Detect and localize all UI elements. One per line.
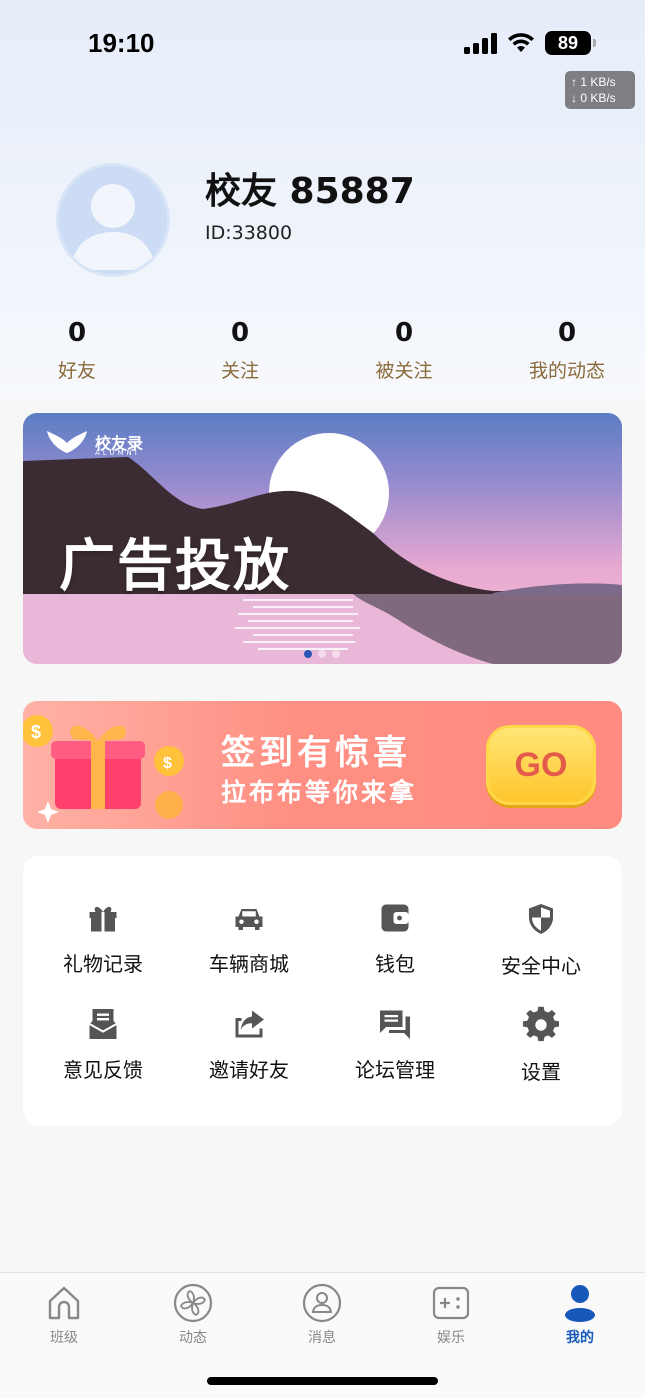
pinwheel-icon xyxy=(173,1283,213,1323)
ad-banner-carousel[interactable]: 校友录 ALUMNI 广告投放 xyxy=(23,413,622,664)
network-speed-badge: ↑ 1 KB/s ↓ 0 KB/s xyxy=(565,71,635,109)
net-down: ↓ 0 KB/s xyxy=(571,91,616,105)
stat-label: 被关注 xyxy=(375,360,433,382)
menu-feedback[interactable]: 意见反馈 xyxy=(38,1006,168,1096)
share-icon xyxy=(235,1010,264,1038)
carousel-dot xyxy=(318,650,326,658)
battery-indicator: 89 xyxy=(545,31,596,55)
stat-label: 我的动态 xyxy=(528,360,605,382)
menu-label: 钱包 xyxy=(375,952,415,976)
stat-friends[interactable]: 0 好友 xyxy=(7,318,147,383)
signin-reward-banner[interactable]: $ $ 签到有惊喜 拉布布等你来拿 GO xyxy=(23,701,622,829)
menu-security-center[interactable]: 安全中心 xyxy=(476,900,606,990)
status-indicators: 89 xyxy=(464,30,596,56)
menu-gift-records[interactable]: 礼物记录 xyxy=(38,900,168,990)
user-id: ID:33800 xyxy=(205,222,293,244)
person-icon xyxy=(565,1285,595,1322)
username: 校友 85887 xyxy=(205,171,415,212)
stat-value: 0 xyxy=(557,318,577,348)
stat-value: 0 xyxy=(67,318,87,348)
stat-following[interactable]: 0 关注 xyxy=(170,318,310,383)
game-icon xyxy=(432,1286,470,1320)
gift-icon xyxy=(89,906,117,932)
signin-subtitle: 拉布布等你来拿 xyxy=(221,778,418,807)
feedback-icon xyxy=(88,1009,118,1039)
alumni-logo: 校友录 ALUMNI xyxy=(45,429,143,457)
shield-icon xyxy=(529,904,553,934)
tab-label: 消息 xyxy=(308,1330,336,1346)
tab-label: 班级 xyxy=(50,1330,78,1346)
wallet-icon xyxy=(381,904,409,932)
tab-mine[interactable]: 我的 xyxy=(540,1283,620,1347)
stat-value: 0 xyxy=(230,318,250,348)
logo-subtitle: ALUMNI xyxy=(95,449,140,457)
menu-label: 礼物记录 xyxy=(63,952,143,976)
menu-label: 意见反馈 xyxy=(63,1058,143,1082)
banner-title: 广告投放 xyxy=(59,534,291,599)
stat-followers[interactable]: 0 被关注 xyxy=(334,318,474,383)
menu-forum-management[interactable]: 论坛管理 xyxy=(330,1006,460,1096)
carousel-dot-active xyxy=(304,650,312,658)
menu-label: 安全中心 xyxy=(501,954,581,978)
home-icon xyxy=(48,1286,80,1320)
feature-menu-card: 礼物记录 车辆商城 钱包 安全中心 意见反馈 邀请好友 论坛管理 设置 xyxy=(23,856,622,1126)
stat-label: 关注 xyxy=(220,360,259,382)
menu-label: 车辆商城 xyxy=(209,952,289,976)
menu-wallet[interactable]: 钱包 xyxy=(330,900,460,990)
tab-entertainment[interactable]: 娱乐 xyxy=(411,1283,491,1347)
status-time: 19:10 xyxy=(88,28,155,58)
carousel-indicator xyxy=(304,650,340,658)
home-indicator xyxy=(207,1377,438,1385)
menu-label: 论坛管理 xyxy=(355,1058,435,1082)
stat-label: 好友 xyxy=(57,360,96,382)
svg-text:$: $ xyxy=(31,722,41,742)
message-icon xyxy=(302,1283,342,1323)
tab-label: 我的 xyxy=(566,1330,594,1346)
wings-logo-icon xyxy=(47,431,87,453)
tab-messages[interactable]: 消息 xyxy=(282,1283,362,1347)
tab-label: 娱乐 xyxy=(437,1330,465,1346)
go-button[interactable]: GO xyxy=(486,725,596,805)
carousel-dot xyxy=(332,650,340,658)
menu-label: 邀请好友 xyxy=(209,1058,289,1082)
menu-invite-friends[interactable]: 邀请好友 xyxy=(184,1006,314,1096)
forum-icon xyxy=(380,1010,410,1039)
tab-feed[interactable]: 动态 xyxy=(153,1283,233,1347)
gift-box-illustration: $ $ xyxy=(23,715,184,823)
car-icon xyxy=(235,909,263,930)
cellular-signal-icon xyxy=(464,32,497,54)
avatar[interactable] xyxy=(56,163,170,277)
stat-my-posts[interactable]: 0 我的动态 xyxy=(497,318,637,383)
tab-label: 动态 xyxy=(179,1330,207,1346)
stat-value: 0 xyxy=(394,318,414,348)
tab-class[interactable]: 班级 xyxy=(24,1283,104,1347)
gear-icon xyxy=(522,1006,560,1042)
wifi-icon xyxy=(508,33,534,52)
net-up: ↑ 1 KB/s xyxy=(571,75,616,89)
menu-car-mall[interactable]: 车辆商城 xyxy=(184,900,314,990)
signin-title: 签到有惊喜 xyxy=(221,733,411,773)
menu-settings[interactable]: 设置 xyxy=(476,1006,606,1096)
menu-label: 设置 xyxy=(521,1060,561,1084)
svg-text:$: $ xyxy=(163,755,172,772)
